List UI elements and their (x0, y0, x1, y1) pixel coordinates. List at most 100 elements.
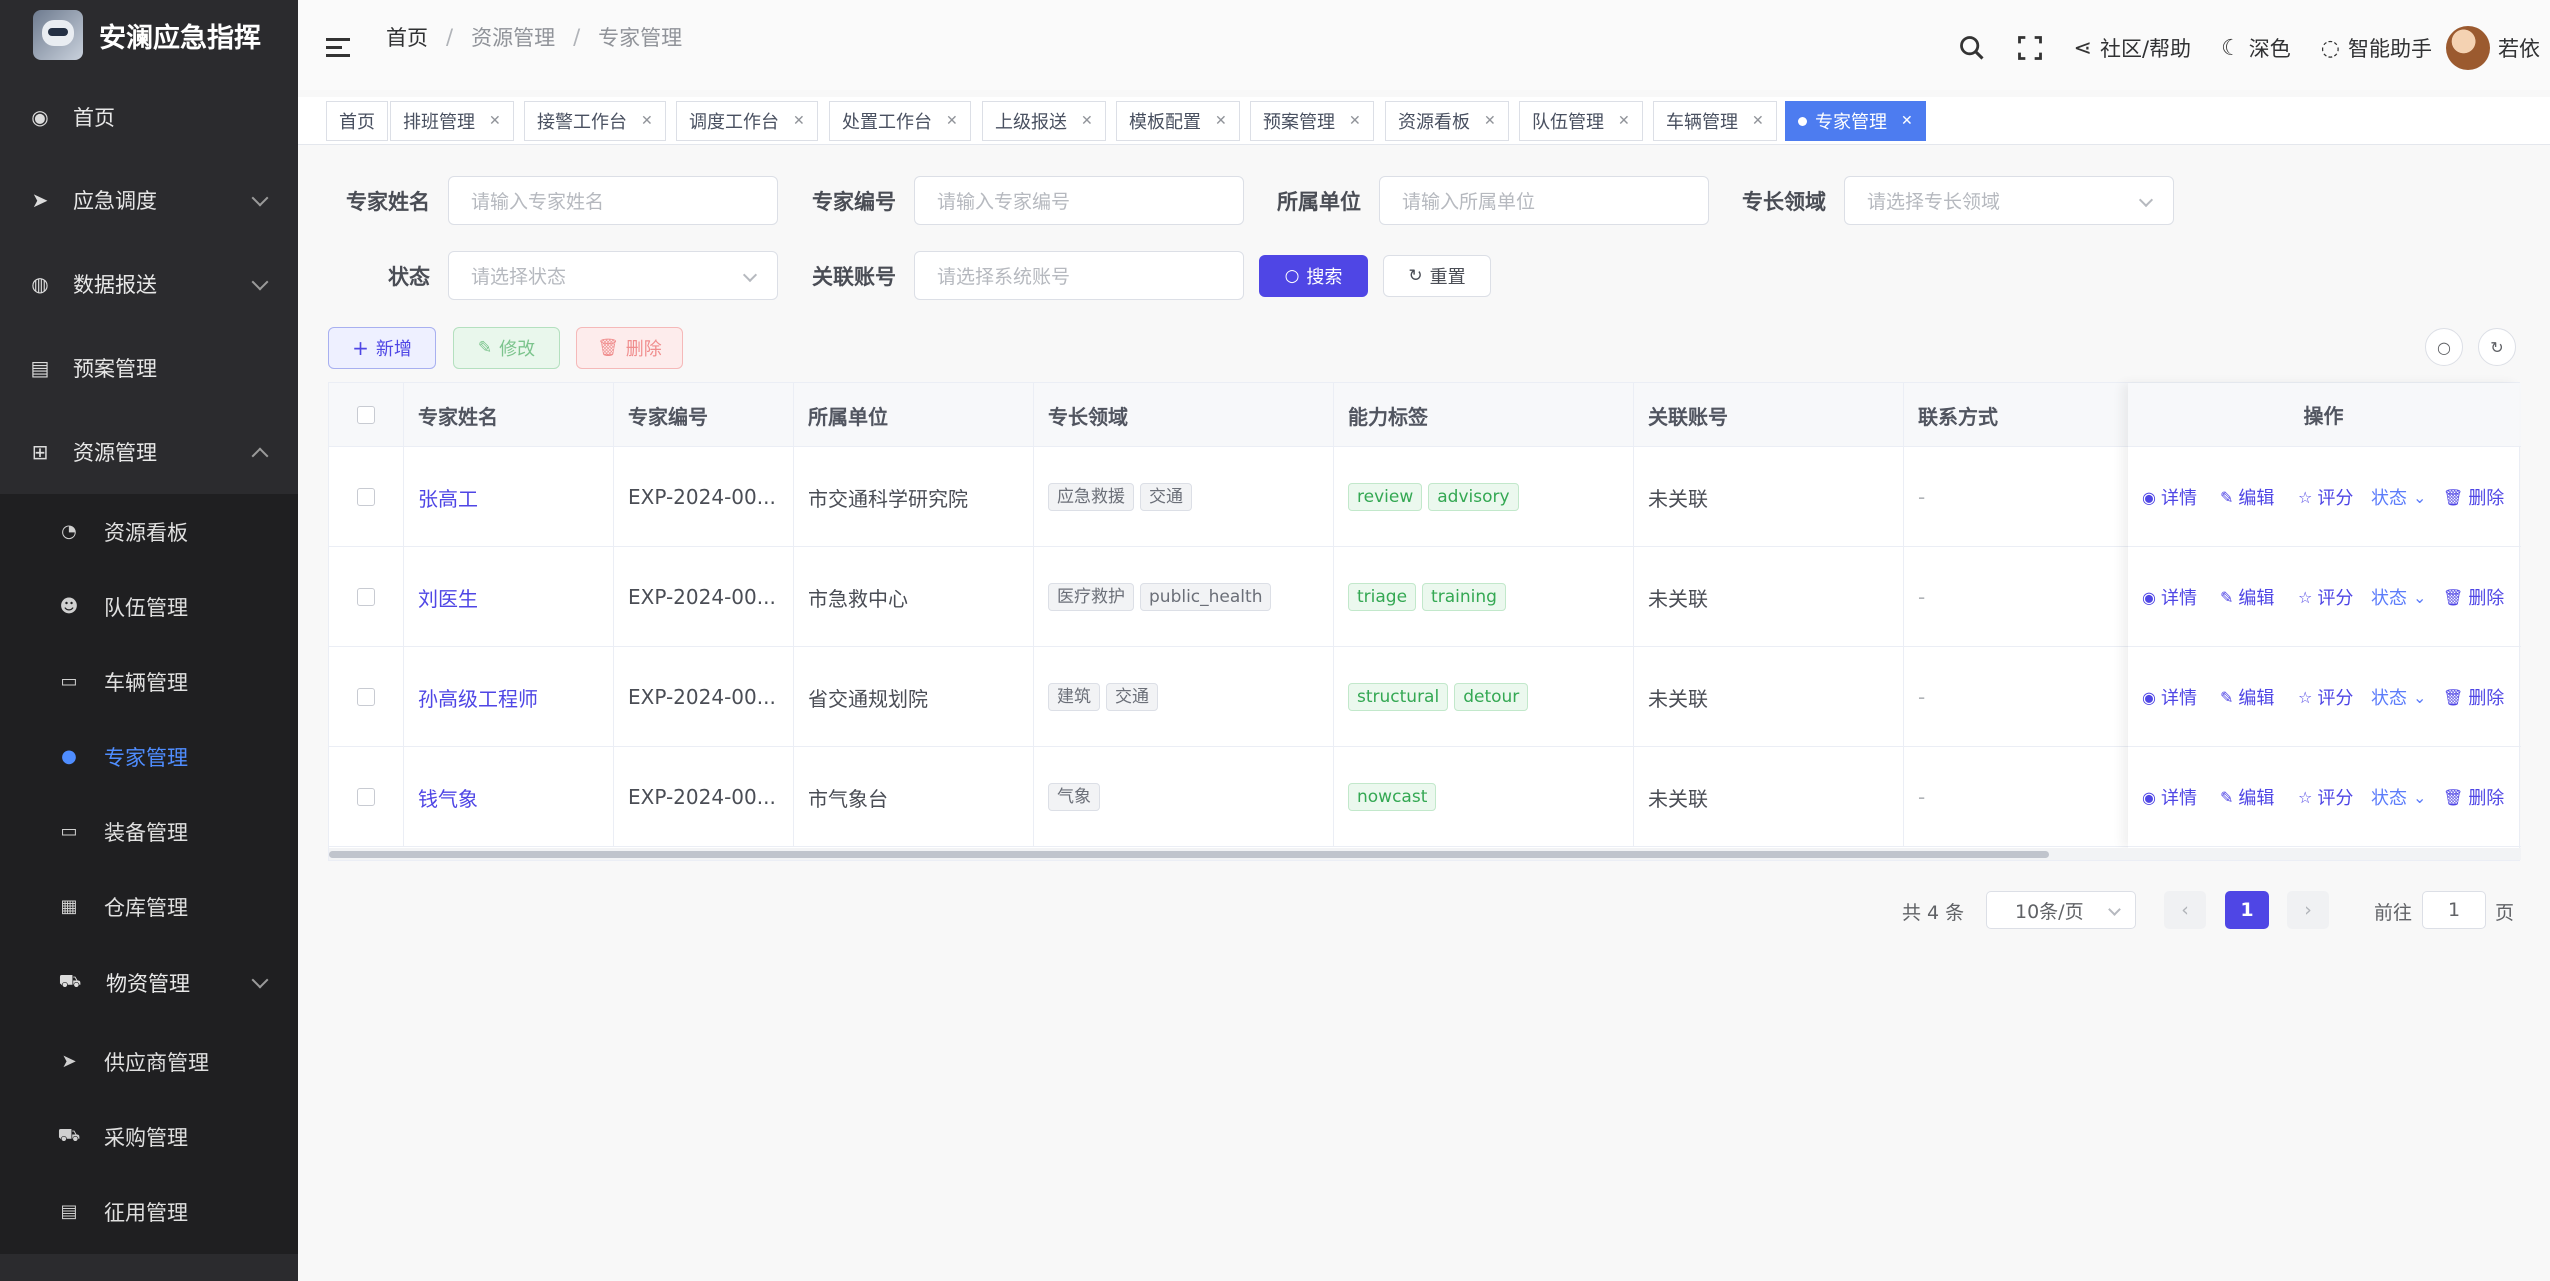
sidebar-item-emergency-dispatch[interactable]: ➤ 应急调度 (0, 158, 298, 242)
sidebar-item-supplier[interactable]: ➤ 供应商管理 (0, 1024, 298, 1099)
tab-expert-management[interactable]: 专家管理 ✕ (1785, 101, 1926, 141)
add-button[interactable]: + 新增 (328, 327, 436, 369)
close-icon[interactable]: ✕ (1081, 113, 1093, 129)
delete-link[interactable]: 🗑 删除 (2443, 484, 2504, 510)
edit-button[interactable]: ✎ 修改 (453, 327, 560, 369)
status-dropdown[interactable]: 状态 ⌄ (2371, 684, 2431, 710)
tab-resource-board[interactable]: 资源看板 ✕ (1385, 101, 1509, 141)
tab-disposal-desk[interactable]: 处置工作台 ✕ (829, 101, 971, 141)
expert-name[interactable]: 孙高级工程师 (404, 647, 614, 747)
edit-link[interactable]: ✎ 编辑 (2220, 784, 2274, 810)
sidebar-item-resources[interactable]: ⊞ 资源管理 (0, 410, 298, 494)
delete-link[interactable]: 🗑 删除 (2443, 684, 2504, 710)
prev-page-button[interactable]: ‹ (2164, 891, 2206, 929)
rate-link[interactable]: ☆ 评分 (2298, 784, 2353, 810)
close-icon[interactable]: ✕ (1484, 113, 1496, 129)
organization-input[interactable]: 请输入所属单位 (1379, 176, 1709, 225)
scrollbar-thumb[interactable] (329, 851, 2049, 858)
sidebar-item-requisition[interactable]: ▤ 征用管理 (0, 1174, 298, 1249)
rate-link[interactable]: ☆ 评分 (2298, 684, 2353, 710)
breadcrumb-home[interactable]: 首页 (386, 22, 428, 52)
column-header[interactable]: 所属单位 (794, 383, 1034, 447)
edit-link[interactable]: ✎ 编辑 (2220, 584, 2274, 610)
app-logo[interactable]: 安澜应急指挥 (0, 0, 298, 70)
tab-template-config[interactable]: 模板配置 ✕ (1116, 101, 1240, 141)
close-icon[interactable]: ✕ (946, 113, 958, 129)
delete-link[interactable]: 🗑 删除 (2443, 784, 2504, 810)
detail-link[interactable]: ◉ 详情 (2142, 584, 2197, 610)
expert-name-input[interactable]: 请输入专家姓名 (448, 176, 778, 225)
tab-dispatch-desk[interactable]: 调度工作台 ✕ (676, 101, 818, 141)
edit-link[interactable]: ✎ 编辑 (2220, 484, 2274, 510)
sidebar-item-home[interactable]: ◉ 首页 (0, 75, 298, 159)
sidebar-item-warehouse[interactable]: ▦ 仓库管理 (0, 869, 298, 944)
delete-link[interactable]: 🗑 删除 (2443, 584, 2504, 610)
page-number-current[interactable]: 1 (2225, 891, 2269, 929)
tab-schedule[interactable]: 排班管理 ✕ (390, 101, 514, 141)
menu-toggle-icon[interactable] (326, 38, 350, 58)
status-select[interactable]: 请选择状态 (448, 251, 778, 300)
select-all-checkbox[interactable] (357, 406, 375, 424)
close-icon[interactable]: ✕ (641, 113, 653, 129)
row-checkbox[interactable] (357, 488, 375, 506)
edit-link[interactable]: ✎ 编辑 (2220, 684, 2274, 710)
row-checkbox[interactable] (357, 788, 375, 806)
tab-vehicle-management[interactable]: 车辆管理 ✕ (1653, 101, 1777, 141)
breadcrumb-resources[interactable]: 资源管理 (471, 22, 555, 52)
status-dropdown[interactable]: 状态 ⌄ (2371, 584, 2431, 610)
detail-link[interactable]: ◉ 详情 (2142, 784, 2197, 810)
theme-toggle[interactable]: ☾ 深色 (2221, 33, 2291, 63)
reset-button[interactable]: ↻ 重置 (1383, 255, 1491, 297)
column-header[interactable]: 能力标签 (1334, 383, 1634, 447)
close-icon[interactable]: ✕ (489, 113, 501, 129)
column-header[interactable]: 专家编号 (614, 383, 794, 447)
expert-name[interactable]: 钱气象 (404, 747, 614, 847)
search-icon[interactable] (1958, 34, 1986, 62)
column-header[interactable]: 专家姓名 (404, 383, 614, 447)
tab-plan-management[interactable]: 预案管理 ✕ (1250, 101, 1374, 141)
expertise-field-select[interactable]: 请选择专长领域 (1844, 176, 2174, 225)
tab-home[interactable]: 首页 (326, 101, 388, 141)
tab-alarm-desk[interactable]: 接警工作台 ✕ (524, 101, 666, 141)
sidebar-item-materials[interactable]: ⛟ 物资管理 (0, 944, 298, 1022)
delete-button[interactable]: 🗑 删除 (576, 327, 683, 369)
fullscreen-icon[interactable] (2016, 34, 2044, 62)
assistant-button[interactable]: ◌ 智能助手 (2321, 33, 2432, 63)
username[interactable]: 若依 (2498, 33, 2540, 63)
tab-team-management[interactable]: 队伍管理 ✕ (1519, 101, 1643, 141)
sidebar-item-data-report[interactable]: ◍ 数据报送 (0, 242, 298, 326)
sidebar-item-plan[interactable]: ▤ 预案管理 (0, 326, 298, 410)
rate-link[interactable]: ☆ 评分 (2298, 584, 2353, 610)
sidebar-item-team[interactable]: ☻ 队伍管理 (0, 569, 298, 644)
rate-link[interactable]: ☆ 评分 (2298, 484, 2353, 510)
linked-account-input[interactable]: 请选择系统账号 (914, 251, 1244, 300)
status-dropdown[interactable]: 状态 ⌄ (2371, 784, 2431, 810)
detail-link[interactable]: ◉ 详情 (2142, 484, 2197, 510)
expert-name[interactable]: 刘医生 (404, 547, 614, 647)
row-checkbox[interactable] (357, 688, 375, 706)
close-icon[interactable]: ✕ (793, 113, 805, 129)
goto-page-input[interactable]: 1 (2422, 891, 2486, 929)
sidebar-item-expert[interactable]: ● 专家管理 (0, 719, 298, 794)
column-header[interactable]: 专长领域 (1034, 383, 1334, 447)
status-dropdown[interactable]: 状态 ⌄ (2371, 484, 2431, 510)
column-header[interactable]: 关联账号 (1634, 383, 1904, 447)
next-page-button[interactable]: › (2287, 891, 2329, 929)
toggle-search-icon[interactable]: ○ (2425, 328, 2463, 366)
search-button[interactable]: ○ 搜索 (1259, 255, 1368, 297)
tab-upper-report[interactable]: 上级报送 ✕ (982, 101, 1106, 141)
sidebar-item-resource-board[interactable]: ◔ 资源看板 (0, 494, 298, 569)
close-icon[interactable]: ✕ (1349, 113, 1361, 129)
expert-code-input[interactable]: 请输入专家编号 (914, 176, 1244, 225)
sidebar-item-vehicle[interactable]: ▭ 车辆管理 (0, 644, 298, 719)
expert-name[interactable]: 张高工 (404, 447, 614, 547)
row-checkbox[interactable] (357, 588, 375, 606)
close-icon[interactable]: ✕ (1901, 113, 1913, 129)
close-icon[interactable]: ✕ (1618, 113, 1630, 129)
detail-link[interactable]: ◉ 详情 (2142, 684, 2197, 710)
close-icon[interactable]: ✕ (1752, 113, 1764, 129)
community-help-link[interactable]: ⋖ 社区/帮助 (2074, 33, 2192, 63)
horizontal-scrollbar[interactable] (329, 848, 2521, 860)
close-icon[interactable]: ✕ (1215, 113, 1227, 129)
column-header[interactable]: 联系方式 (1904, 383, 2130, 447)
